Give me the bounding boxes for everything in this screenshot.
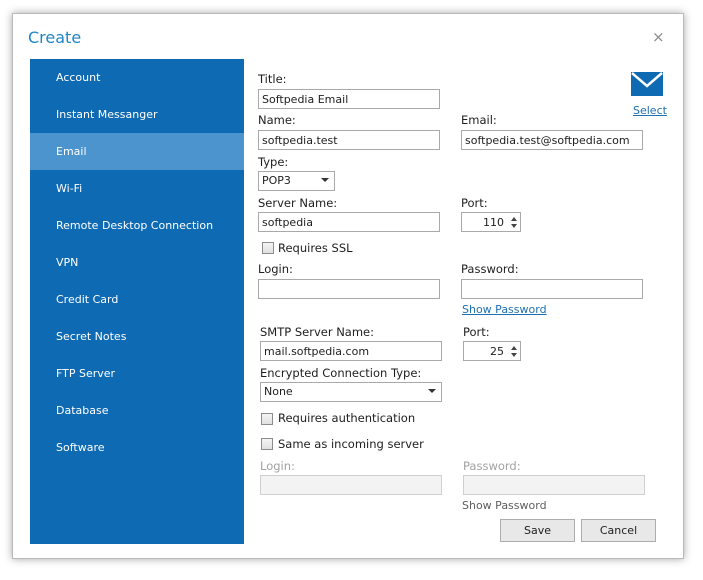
sidebar-item-credit-card[interactable]: Credit Card (30, 281, 244, 318)
encrypted-connection-value: None (264, 385, 293, 398)
email-input[interactable] (461, 130, 643, 150)
select-icon-link[interactable]: Select (633, 104, 667, 117)
sidebar-item-secret-notes[interactable]: Secret Notes (30, 318, 244, 355)
port-value: 110 (483, 216, 504, 229)
smtp-password-input (463, 475, 645, 495)
spin-down-icon[interactable] (511, 224, 517, 228)
requires-ssl-label: Requires SSL (278, 241, 353, 255)
chevron-down-icon (428, 389, 436, 393)
smtp-server-label: SMTP Server Name: (260, 325, 375, 339)
sidebar-item-database[interactable]: Database (30, 392, 244, 429)
chevron-down-icon (321, 178, 329, 182)
save-button[interactable]: Save (500, 519, 575, 542)
password-input[interactable] (461, 279, 643, 299)
sidebar-item-instant-messanger[interactable]: Instant Messanger (30, 96, 244, 133)
smtp-server-input[interactable] (260, 341, 442, 361)
smtp-password-label: Password: (463, 459, 521, 473)
email-label: Email: (461, 113, 497, 127)
server-name-input[interactable] (258, 212, 440, 232)
create-dialog: Create × Account Instant Messanger Email… (12, 13, 684, 559)
encrypted-connection-label: Encrypted Connection Type: (260, 366, 422, 380)
show-password-link[interactable]: Show Password (462, 303, 547, 316)
spin-down-icon[interactable] (511, 353, 517, 357)
smtp-login-label: Login: (260, 459, 295, 473)
sidebar-item-wifi[interactable]: Wi-Fi (30, 170, 244, 207)
sidebar-item-software[interactable]: Software (30, 429, 244, 466)
same-as-incoming-label: Same as incoming server (278, 437, 424, 451)
name-label: Name: (258, 113, 296, 127)
type-label: Type: (258, 155, 289, 169)
password-label: Password: (461, 262, 519, 276)
smtp-port-stepper[interactable]: 25 (463, 341, 521, 361)
server-name-label: Server Name: (258, 196, 338, 210)
spin-up-icon[interactable] (511, 346, 517, 350)
category-sidebar: Account Instant Messanger Email Wi-Fi Re… (30, 59, 244, 544)
title-input[interactable] (258, 89, 440, 109)
login-label: Login: (258, 262, 293, 276)
requires-auth-label: Requires authentication (278, 411, 416, 425)
spin-up-icon[interactable] (511, 217, 517, 221)
type-select-value: POP3 (262, 174, 291, 187)
title-label: Title: (258, 72, 287, 86)
sidebar-item-remote-desktop[interactable]: Remote Desktop Connection (30, 207, 244, 244)
type-select[interactable]: POP3 (258, 171, 335, 191)
port-stepper[interactable]: 110 (461, 212, 521, 232)
sidebar-item-ftp-server[interactable]: FTP Server (30, 355, 244, 392)
requires-auth-checkbox[interactable] (261, 413, 273, 425)
port-label: Port: (461, 196, 488, 210)
requires-ssl-checkbox[interactable] (262, 242, 274, 254)
sidebar-item-vpn[interactable]: VPN (30, 244, 244, 281)
smtp-port-label: Port: (463, 325, 490, 339)
sidebar-item-email[interactable]: Email (30, 133, 244, 170)
dialog-title: Create (28, 28, 82, 47)
close-icon[interactable]: × (652, 28, 665, 46)
smtp-show-password-link: Show Password (462, 499, 547, 512)
smtp-login-input (260, 475, 442, 495)
sidebar-item-account[interactable]: Account (30, 59, 244, 96)
envelope-icon[interactable] (631, 72, 663, 96)
smtp-port-value: 25 (490, 345, 504, 358)
encrypted-connection-select[interactable]: None (260, 382, 442, 402)
name-input[interactable] (258, 130, 440, 150)
cancel-button[interactable]: Cancel (581, 519, 656, 542)
login-input[interactable] (258, 279, 440, 299)
same-as-incoming-checkbox[interactable] (261, 438, 273, 450)
